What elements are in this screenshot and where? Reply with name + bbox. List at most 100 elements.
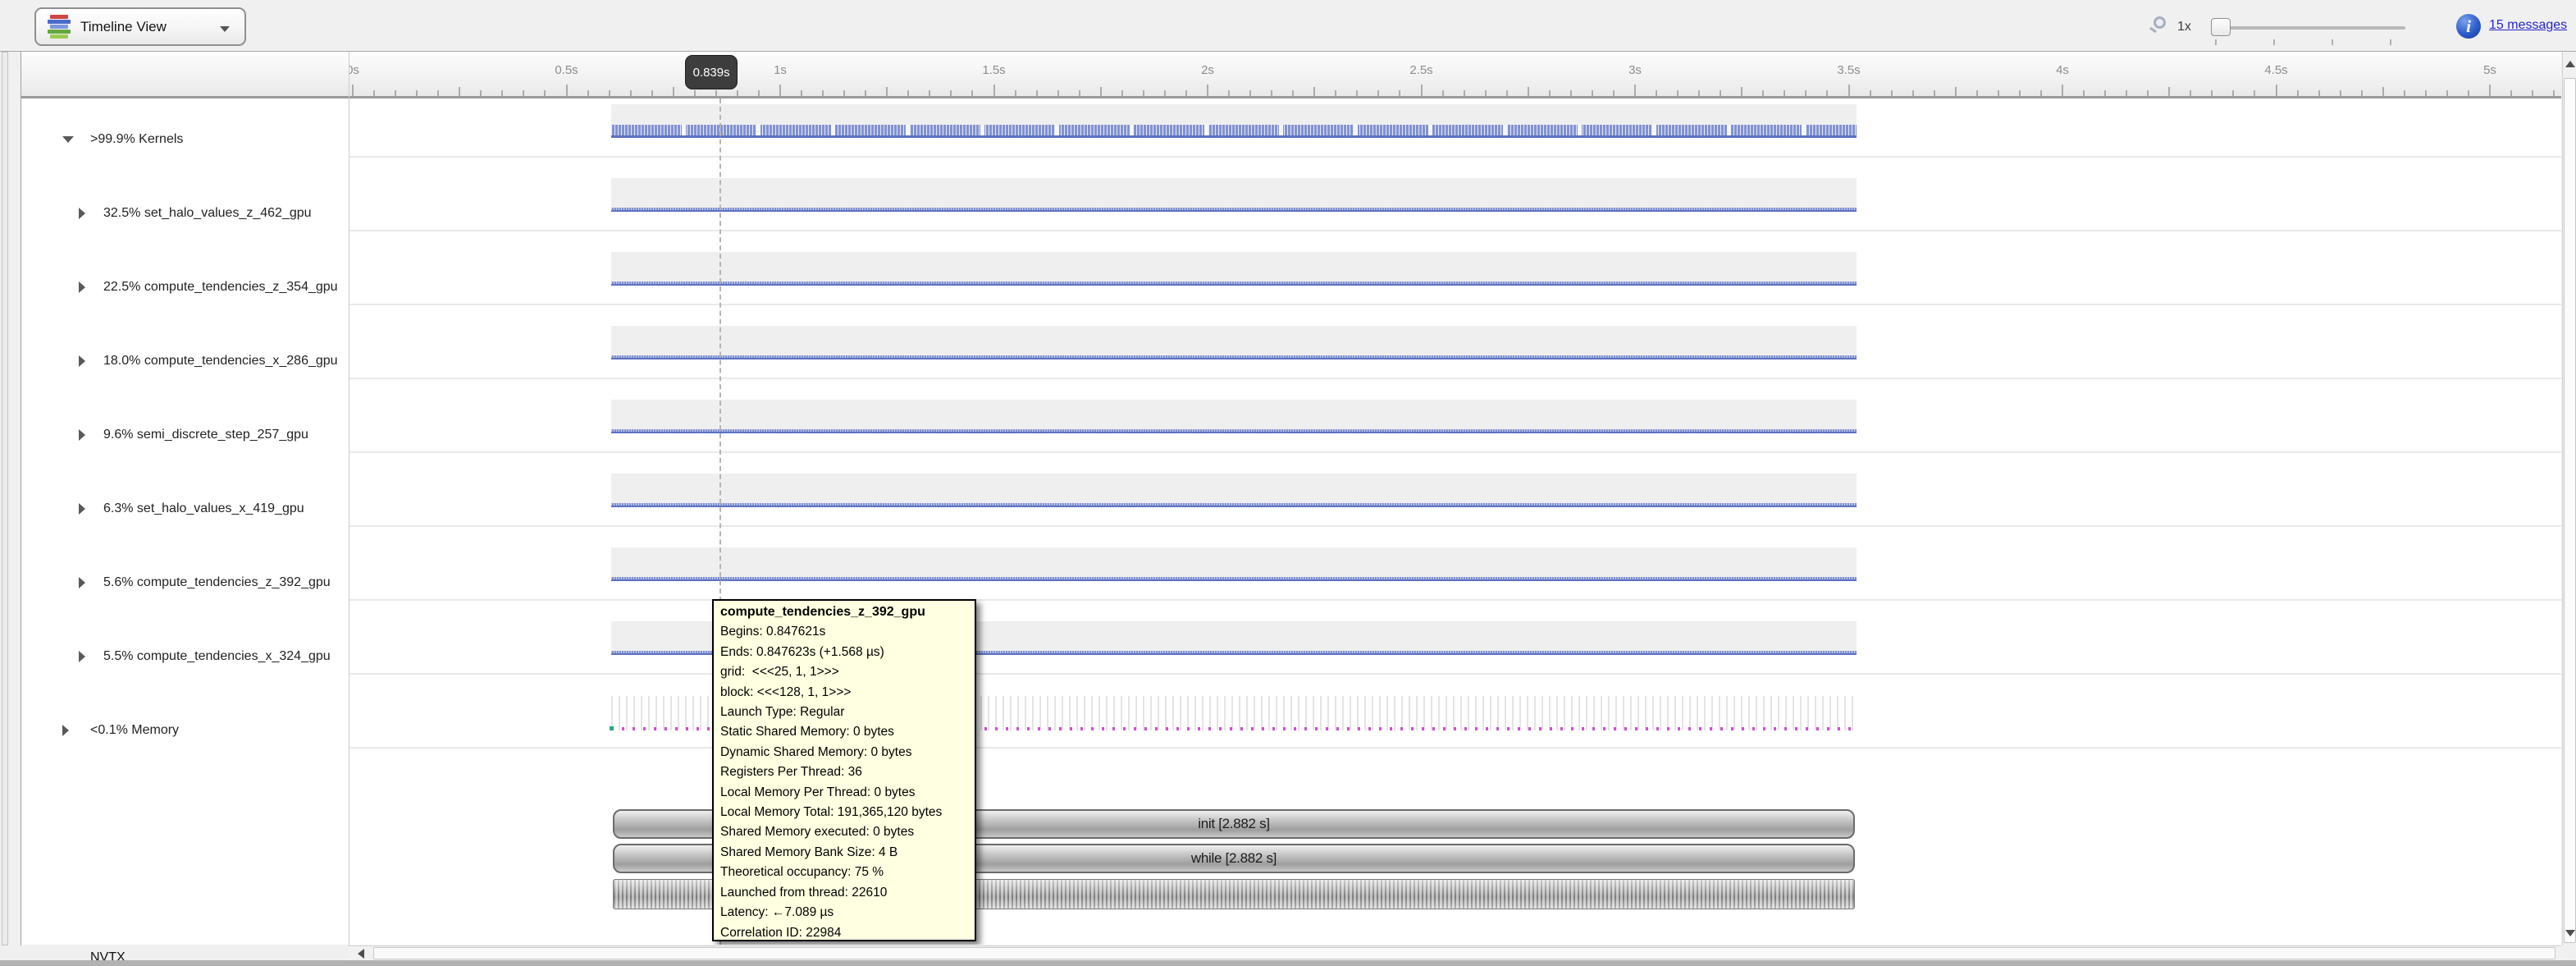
ruler-tick-area[interactable]: 0s0.5s1s1.5s2s2.5s3s3.5s4s4.5s5s0.839s [349,52,2561,96]
ruler-tick-label: 3s [1628,63,1642,77]
vertical-scroll-thumb[interactable] [2564,78,2576,943]
ruler-tick [1271,90,1272,96]
ruler-tick [2147,90,2149,96]
ruler-tick [1677,90,1679,96]
kernel-activity-band[interactable] [611,400,1857,433]
messages-link[interactable]: 15 messages [2489,18,2567,33]
ruler-tick [2083,90,2085,96]
tooltip-line: grid: <<<25, 1, 1>>> [720,662,968,682]
ruler-tick [1998,90,1999,96]
left-splitter-strip[interactable] [2,52,8,945]
ruler-tick [2062,85,2063,96]
tooltip-line: Latency: ←7.089 µs [720,903,968,923]
row-separator [349,451,2561,453]
ruler-tick [1976,90,1978,96]
tree-row-kernel-3[interactable]: 18.0% compute_tendencies_x_286_gpu [21,324,349,398]
tree-row-kernel-5[interactable]: 6.3% set_halo_values_x_419_gpu [21,472,349,546]
tree-row-label: 5.5% compute_tendencies_x_324_gpu [103,649,331,664]
ruler-tick [1762,90,1764,96]
ruler-tick-label: 5s [2483,63,2496,77]
ruler-tick [1399,90,1400,96]
expand-icon[interactable] [79,503,85,515]
zoom-slider-handle[interactable] [2211,18,2231,36]
ruler-tick [1356,90,1358,96]
ruler-tick [587,90,589,96]
vertical-scrollbar[interactable] [2562,52,2576,945]
kernel-activity-band[interactable] [611,547,1857,581]
ruler-tick [950,90,952,96]
ruler-tick [801,90,802,96]
expand-icon[interactable] [79,577,85,588]
kernel-instances-bar[interactable] [611,429,1857,433]
expand-icon[interactable] [79,208,85,219]
info-icon[interactable]: i [2456,14,2481,39]
ruler-tick [1207,85,1208,96]
ruler-tick [2168,87,2170,96]
row-separator [349,156,2561,158]
time-marker-pill[interactable]: 0.839s [685,55,738,89]
kernel-activity-band[interactable] [611,178,1857,212]
ruler-tick [1784,90,1785,96]
tree-row-kernel-4[interactable]: 9.6% semi_discrete_step_257_gpu [21,398,349,472]
expand-icon[interactable] [79,651,85,662]
ruler-tick-label: 3.5s [1837,63,1860,77]
tooltip-line: Dynamic Shared Memory: 0 bytes [720,743,968,762]
ruler-tick [437,90,439,96]
arrow-left-icon [358,949,364,959]
kernel-activity-band[interactable] [611,474,1857,507]
ruler-tick [480,90,482,96]
tree-row-kernel-2[interactable]: 22.5% compute_tendencies_z_354_gpu [21,250,349,324]
ruler-tick [1720,90,1721,96]
scroll-left-button[interactable] [350,946,372,961]
tree-row-kernel-1[interactable]: 32.5% set_halo_values_z_462_gpu [21,176,349,250]
view-selector-label: Timeline View [80,19,167,35]
kernel-instances-bar[interactable] [611,282,1857,286]
view-selector-dropdown[interactable]: Timeline View [34,7,246,46]
toolbar: Timeline View 1x i 15 messages [0,0,2576,51]
tree-row-kernel-7[interactable]: 5.5% compute_tendencies_x_324_gpu [21,620,349,694]
ruler-tick [1292,90,1294,96]
kernel-activity-band[interactable] [611,252,1857,286]
scroll-down-button[interactable] [2563,921,2576,945]
ruler-tick [2297,90,2299,96]
ruler-tick [1421,85,1423,96]
tooltip-line: Local Memory Per Thread: 0 bytes [720,783,968,803]
expand-icon[interactable] [79,355,85,367]
ruler-tick [1121,90,1123,96]
expand-icon[interactable] [79,429,85,441]
kernel-instances-bar[interactable] [611,125,1857,138]
zoom-slider-track[interactable] [2215,26,2405,30]
ruler-tick [1079,90,1080,96]
kernel-instances-bar[interactable] [611,503,1857,507]
horizontal-scrollbar[interactable] [349,945,2561,960]
ruler-tick [2019,90,2021,96]
expand-icon[interactable] [79,282,85,293]
kernel-instances-bar[interactable] [611,355,1857,359]
ruler-tick [1335,90,1336,96]
layers-icon [48,14,71,40]
expand-icon[interactable] [62,725,69,736]
row-separator [349,599,2561,601]
ruler-tick [1934,90,1935,96]
horizontal-scroll-thumb[interactable] [373,947,2555,959]
ruler-tick [523,90,524,96]
kernel-tooltip: compute_tendencies_z_392_gpuBegins: 0.84… [712,599,976,941]
scroll-up-button[interactable] [2563,52,2576,76]
kernel-activity-band[interactable] [611,326,1857,359]
tree-row-memory[interactable]: <0.1% Memory [21,694,349,767]
tooltip-line: Registers Per Thread: 36 [720,762,968,782]
tree-row-label: 9.6% semi_discrete_step_257_gpu [103,428,308,442]
ruler-tick [1377,90,1379,96]
tree-row-kernel-6[interactable]: 5.6% compute_tendencies_z_392_gpu [21,546,349,620]
ruler-tick [1249,90,1251,96]
collapse-icon[interactable] [62,136,74,143]
ruler-tick-label: 0.5s [555,63,578,77]
kernel-instances-bar[interactable] [611,208,1857,212]
chevron-down-icon [220,26,230,32]
ruler-tick [2318,90,2320,96]
kernel-instances-bar[interactable] [611,577,1857,581]
ruler-tick [2340,90,2341,96]
row-tree-sidebar: >99.9% Kernels32.5% set_halo_values_z_46… [21,98,349,945]
tree-row-kernel-0[interactable]: >99.9% Kernels [21,103,349,176]
kernel-activity-band[interactable] [611,104,1857,138]
